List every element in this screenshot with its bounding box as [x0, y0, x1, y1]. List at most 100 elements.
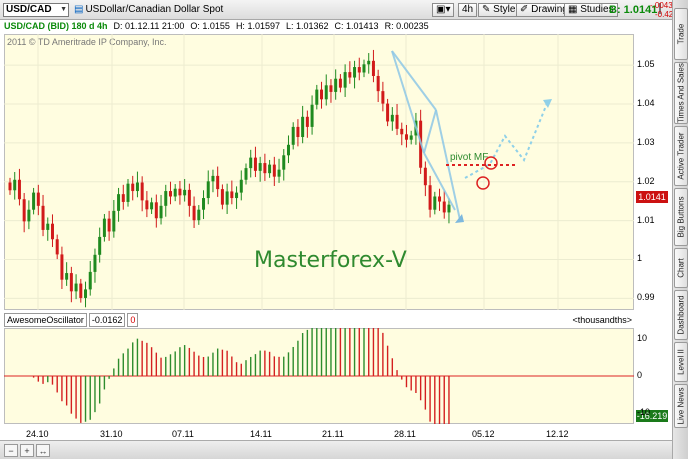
price-tick-label: 0.99: [637, 292, 655, 303]
sidebar-tab-active-trader[interactable]: Active Trader: [674, 126, 688, 186]
candle-body: [249, 157, 253, 169]
candle-body: [282, 155, 286, 170]
candle-body: [150, 202, 154, 210]
pan-icon[interactable]: ↔: [36, 444, 50, 457]
candle-body: [272, 164, 276, 177]
candle-body: [93, 254, 97, 272]
candle-body: [291, 126, 295, 145]
candle-body: [338, 78, 342, 88]
candle-body: [135, 182, 139, 192]
candle-body: [60, 254, 64, 280]
candle-body: [409, 135, 413, 140]
candle-body: [268, 164, 272, 174]
sidebar-tab-label: Active Trader: [676, 132, 686, 180]
candle-body: [197, 209, 201, 221]
trend-line: [391, 50, 437, 111]
right-sidebar: Trade Times And Sales Active Trader Big …: [672, 0, 688, 459]
time-tick-label: 28.11: [394, 429, 416, 439]
candle-body: [423, 167, 427, 186]
price-tick-label: 1.04: [637, 97, 655, 108]
candle-body: [41, 205, 45, 230]
trend-line: [391, 50, 425, 154]
candle-body: [126, 183, 130, 202]
candle-body: [395, 114, 399, 129]
sidebar-tab-label: Trade: [676, 23, 686, 45]
candle-body: [239, 179, 243, 193]
candle-body: [220, 189, 224, 205]
time-tick-label: 31.10: [100, 429, 123, 439]
candle-body: [404, 134, 408, 140]
price-tick-label: 1.05: [637, 59, 655, 70]
candle-body: [216, 175, 220, 190]
candle-body: [102, 218, 106, 237]
sidebar-tab-times-and-sales[interactable]: Times And Sales: [674, 62, 688, 124]
candle-body: [117, 194, 121, 211]
time-tick-label: 24.10: [26, 429, 49, 439]
price-tick-label: 1: [637, 253, 643, 264]
candle-body: [131, 183, 135, 192]
bottom-toolbar: − + ↔: [0, 440, 672, 459]
candle-body: [50, 223, 54, 240]
candle-body: [320, 89, 324, 100]
candle-body: [36, 192, 40, 206]
candle-body: [329, 85, 333, 92]
sidebar-tab-label: Big Buttons: [676, 196, 686, 238]
candle-body: [263, 163, 267, 174]
candle-body: [301, 116, 305, 138]
candle-body: [74, 283, 78, 292]
candle-body: [13, 179, 17, 191]
candle-body: [55, 239, 59, 255]
candle-body: [178, 188, 182, 196]
candle-body: [173, 188, 177, 197]
candle-body: [371, 60, 375, 76]
sidebar-tab-big-buttons[interactable]: Big Buttons: [674, 188, 688, 246]
candle-body: [187, 189, 191, 206]
candle-body: [183, 189, 187, 196]
candle-body: [140, 182, 144, 201]
candle-body: [381, 91, 385, 104]
candle-body: [390, 114, 394, 122]
candle-body: [447, 204, 451, 213]
candle-body: [17, 179, 21, 200]
candle-body: [202, 198, 206, 210]
candle-body: [164, 191, 168, 206]
candle-body: [362, 64, 366, 73]
candle-body: [98, 236, 102, 255]
candle-body: [235, 192, 239, 199]
sidebar-tab-trade[interactable]: Trade: [674, 8, 688, 60]
time-tick-label: 12.12: [546, 429, 569, 439]
trend-line: [423, 109, 437, 154]
sidebar-tab-chart[interactable]: Chart: [674, 248, 688, 288]
candle-body: [107, 218, 111, 232]
sidebar-tab-dashboard[interactable]: Dashboard: [674, 290, 688, 340]
candle-body: [22, 199, 26, 222]
candle-body: [121, 194, 125, 202]
current-price-tag: 1.0141: [636, 191, 668, 203]
sidebar-tab-live-news[interactable]: Live News: [674, 384, 688, 428]
sidebar-tab-label: Dashboard: [676, 295, 686, 335]
time-tick-label: 05.12: [472, 429, 495, 439]
candle-body: [46, 223, 50, 230]
candle-body: [376, 75, 380, 92]
candle-body: [154, 202, 158, 219]
sidebar-tab-label: Times And Sales: [676, 63, 686, 123]
price-tick-label: 1.01: [637, 214, 655, 225]
projected-path: [464, 100, 549, 179]
sidebar-tab-level-ii[interactable]: Level II: [674, 342, 688, 382]
masterforex-watermark: Masterforex-V: [254, 248, 407, 273]
candle-body: [168, 191, 172, 197]
candle-body: [334, 78, 338, 92]
zoom-in-icon[interactable]: +: [20, 444, 34, 457]
candle-body: [145, 200, 149, 210]
zoom-out-icon[interactable]: −: [4, 444, 18, 457]
target-circle: [476, 176, 490, 190]
candle-body: [386, 103, 390, 122]
candle-body: [296, 126, 300, 138]
candle-body: [357, 67, 361, 73]
candle-body: [88, 271, 92, 290]
candle-body: [305, 116, 309, 127]
candle-body: [84, 289, 88, 298]
chart-window: USD/CAD ▼ ▤ USDollar/Canadian Dollar Spot…: [0, 0, 688, 459]
pivot-annotation: pivot MF: [450, 152, 489, 163]
sidebar-tab-label: Level II: [676, 349, 686, 375]
